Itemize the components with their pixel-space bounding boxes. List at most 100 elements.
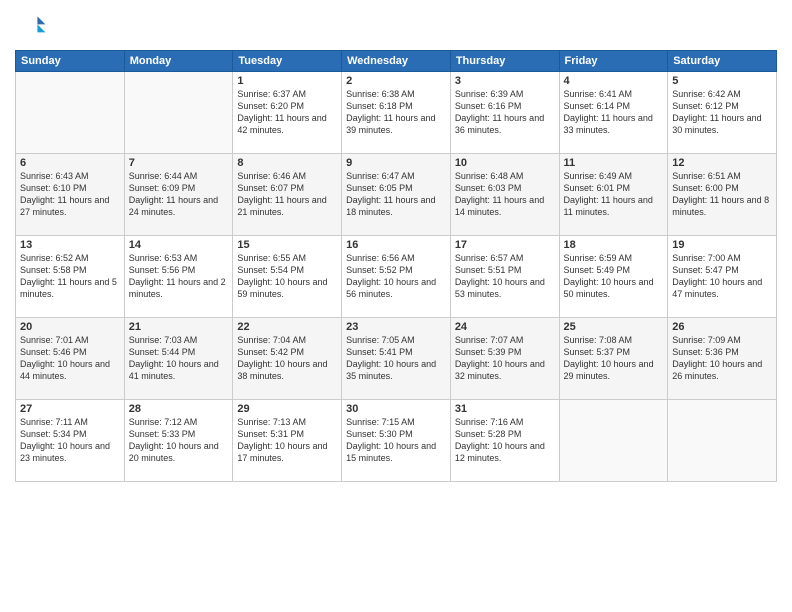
- calendar-cell: 9 Sunrise: 6:47 AMSunset: 6:05 PMDayligh…: [342, 154, 451, 236]
- day-number: 2: [346, 75, 446, 87]
- calendar-cell: 7 Sunrise: 6:44 AMSunset: 6:09 PMDayligh…: [124, 154, 233, 236]
- day-number: 19: [672, 239, 772, 251]
- calendar-cell: 27 Sunrise: 7:11 AMSunset: 5:34 PMDaylig…: [16, 400, 125, 482]
- day-info: Sunrise: 6:49 AMSunset: 6:01 PMDaylight:…: [564, 170, 664, 219]
- day-number: 8: [237, 157, 337, 169]
- calendar-cell: [668, 400, 777, 482]
- calendar-cell: 18 Sunrise: 6:59 AMSunset: 5:49 PMDaylig…: [559, 236, 668, 318]
- calendar-cell: 2 Sunrise: 6:38 AMSunset: 6:18 PMDayligh…: [342, 72, 451, 154]
- day-info: Sunrise: 6:48 AMSunset: 6:03 PMDaylight:…: [455, 170, 555, 219]
- day-info: Sunrise: 7:05 AMSunset: 5:41 PMDaylight:…: [346, 334, 446, 383]
- day-number: 4: [564, 75, 664, 87]
- day-number: 1: [237, 75, 337, 87]
- day-info: Sunrise: 7:07 AMSunset: 5:39 PMDaylight:…: [455, 334, 555, 383]
- calendar-cell: 3 Sunrise: 6:39 AMSunset: 6:16 PMDayligh…: [450, 72, 559, 154]
- day-number: 16: [346, 239, 446, 251]
- day-number: 3: [455, 75, 555, 87]
- calendar-cell: 6 Sunrise: 6:43 AMSunset: 6:10 PMDayligh…: [16, 154, 125, 236]
- day-info: Sunrise: 6:44 AMSunset: 6:09 PMDaylight:…: [129, 170, 229, 219]
- calendar-cell: 13 Sunrise: 6:52 AMSunset: 5:58 PMDaylig…: [16, 236, 125, 318]
- day-number: 30: [346, 403, 446, 415]
- calendar-cell: 20 Sunrise: 7:01 AMSunset: 5:46 PMDaylig…: [16, 318, 125, 400]
- calendar-cell: 24 Sunrise: 7:07 AMSunset: 5:39 PMDaylig…: [450, 318, 559, 400]
- calendar-cell: 14 Sunrise: 6:53 AMSunset: 5:56 PMDaylig…: [124, 236, 233, 318]
- day-number: 26: [672, 321, 772, 333]
- day-info: Sunrise: 6:46 AMSunset: 6:07 PMDaylight:…: [237, 170, 337, 219]
- weekday-header-monday: Monday: [124, 51, 233, 72]
- day-number: 24: [455, 321, 555, 333]
- calendar-cell: 26 Sunrise: 7:09 AMSunset: 5:36 PMDaylig…: [668, 318, 777, 400]
- calendar-cell: 19 Sunrise: 7:00 AMSunset: 5:47 PMDaylig…: [668, 236, 777, 318]
- day-number: 27: [20, 403, 120, 415]
- week-row-2: 6 Sunrise: 6:43 AMSunset: 6:10 PMDayligh…: [16, 154, 777, 236]
- day-number: 25: [564, 321, 664, 333]
- week-row-4: 20 Sunrise: 7:01 AMSunset: 5:46 PMDaylig…: [16, 318, 777, 400]
- day-info: Sunrise: 7:12 AMSunset: 5:33 PMDaylight:…: [129, 416, 229, 465]
- weekday-header-sunday: Sunday: [16, 51, 125, 72]
- day-info: Sunrise: 6:41 AMSunset: 6:14 PMDaylight:…: [564, 88, 664, 137]
- day-info: Sunrise: 7:01 AMSunset: 5:46 PMDaylight:…: [20, 334, 120, 383]
- day-info: Sunrise: 6:47 AMSunset: 6:05 PMDaylight:…: [346, 170, 446, 219]
- calendar-cell: 28 Sunrise: 7:12 AMSunset: 5:33 PMDaylig…: [124, 400, 233, 482]
- day-info: Sunrise: 7:09 AMSunset: 5:36 PMDaylight:…: [672, 334, 772, 383]
- logo: [15, 10, 51, 42]
- day-info: Sunrise: 7:03 AMSunset: 5:44 PMDaylight:…: [129, 334, 229, 383]
- day-info: Sunrise: 6:56 AMSunset: 5:52 PMDaylight:…: [346, 252, 446, 301]
- calendar-cell: 15 Sunrise: 6:55 AMSunset: 5:54 PMDaylig…: [233, 236, 342, 318]
- day-number: 23: [346, 321, 446, 333]
- day-info: Sunrise: 6:57 AMSunset: 5:51 PMDaylight:…: [455, 252, 555, 301]
- day-number: 7: [129, 157, 229, 169]
- weekday-header-row: SundayMondayTuesdayWednesdayThursdayFrid…: [16, 51, 777, 72]
- weekday-header-wednesday: Wednesday: [342, 51, 451, 72]
- weekday-header-tuesday: Tuesday: [233, 51, 342, 72]
- page: SundayMondayTuesdayWednesdayThursdayFrid…: [0, 0, 792, 612]
- day-number: 28: [129, 403, 229, 415]
- calendar-cell: 12 Sunrise: 6:51 AMSunset: 6:00 PMDaylig…: [668, 154, 777, 236]
- day-info: Sunrise: 6:39 AMSunset: 6:16 PMDaylight:…: [455, 88, 555, 137]
- day-number: 20: [20, 321, 120, 333]
- day-info: Sunrise: 6:38 AMSunset: 6:18 PMDaylight:…: [346, 88, 446, 137]
- calendar-cell: 25 Sunrise: 7:08 AMSunset: 5:37 PMDaylig…: [559, 318, 668, 400]
- day-number: 21: [129, 321, 229, 333]
- day-info: Sunrise: 6:42 AMSunset: 6:12 PMDaylight:…: [672, 88, 772, 137]
- day-number: 10: [455, 157, 555, 169]
- calendar-cell: 10 Sunrise: 6:48 AMSunset: 6:03 PMDaylig…: [450, 154, 559, 236]
- day-number: 14: [129, 239, 229, 251]
- calendar-cell: 30 Sunrise: 7:15 AMSunset: 5:30 PMDaylig…: [342, 400, 451, 482]
- day-info: Sunrise: 6:52 AMSunset: 5:58 PMDaylight:…: [20, 252, 120, 301]
- calendar-cell: 23 Sunrise: 7:05 AMSunset: 5:41 PMDaylig…: [342, 318, 451, 400]
- day-number: 17: [455, 239, 555, 251]
- day-number: 29: [237, 403, 337, 415]
- header: [15, 10, 777, 42]
- day-number: 6: [20, 157, 120, 169]
- week-row-3: 13 Sunrise: 6:52 AMSunset: 5:58 PMDaylig…: [16, 236, 777, 318]
- day-info: Sunrise: 7:11 AMSunset: 5:34 PMDaylight:…: [20, 416, 120, 465]
- weekday-header-friday: Friday: [559, 51, 668, 72]
- logo-icon: [15, 10, 47, 42]
- calendar-cell: [124, 72, 233, 154]
- day-info: Sunrise: 6:37 AMSunset: 6:20 PMDaylight:…: [237, 88, 337, 137]
- week-row-5: 27 Sunrise: 7:11 AMSunset: 5:34 PMDaylig…: [16, 400, 777, 482]
- calendar-cell: [559, 400, 668, 482]
- calendar-cell: 21 Sunrise: 7:03 AMSunset: 5:44 PMDaylig…: [124, 318, 233, 400]
- day-info: Sunrise: 6:53 AMSunset: 5:56 PMDaylight:…: [129, 252, 229, 301]
- day-number: 9: [346, 157, 446, 169]
- calendar-cell: 8 Sunrise: 6:46 AMSunset: 6:07 PMDayligh…: [233, 154, 342, 236]
- day-number: 22: [237, 321, 337, 333]
- calendar-cell: 11 Sunrise: 6:49 AMSunset: 6:01 PMDaylig…: [559, 154, 668, 236]
- calendar-cell: 5 Sunrise: 6:42 AMSunset: 6:12 PMDayligh…: [668, 72, 777, 154]
- day-number: 15: [237, 239, 337, 251]
- day-info: Sunrise: 7:00 AMSunset: 5:47 PMDaylight:…: [672, 252, 772, 301]
- weekday-header-thursday: Thursday: [450, 51, 559, 72]
- day-info: Sunrise: 6:55 AMSunset: 5:54 PMDaylight:…: [237, 252, 337, 301]
- calendar-cell: 1 Sunrise: 6:37 AMSunset: 6:20 PMDayligh…: [233, 72, 342, 154]
- calendar-cell: 16 Sunrise: 6:56 AMSunset: 5:52 PMDaylig…: [342, 236, 451, 318]
- calendar-cell: [16, 72, 125, 154]
- day-number: 13: [20, 239, 120, 251]
- day-info: Sunrise: 6:51 AMSunset: 6:00 PMDaylight:…: [672, 170, 772, 219]
- day-info: Sunrise: 7:08 AMSunset: 5:37 PMDaylight:…: [564, 334, 664, 383]
- day-info: Sunrise: 6:59 AMSunset: 5:49 PMDaylight:…: [564, 252, 664, 301]
- day-info: Sunrise: 6:43 AMSunset: 6:10 PMDaylight:…: [20, 170, 120, 219]
- day-number: 12: [672, 157, 772, 169]
- day-number: 11: [564, 157, 664, 169]
